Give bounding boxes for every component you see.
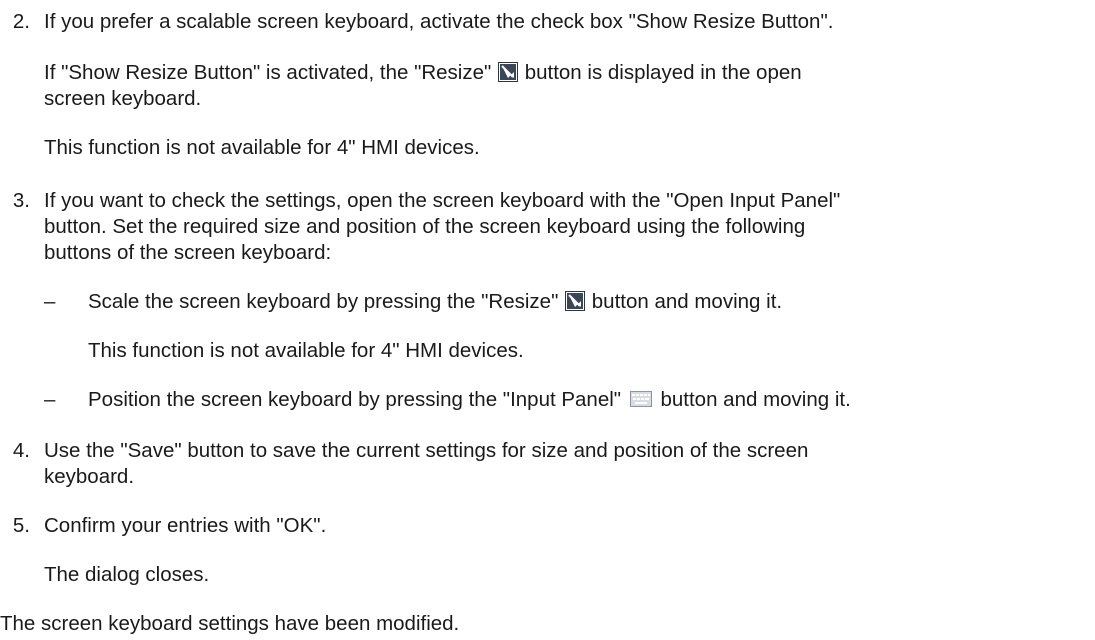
bullet-text: Scale the screen keyboard by pressing th…	[88, 290, 559, 313]
step-number: 5.	[12, 514, 30, 537]
resize-icon	[498, 62, 518, 82]
resize-icon	[565, 291, 586, 311]
step-2-text: If you prefer a scalable screen keyboard…	[44, 10, 834, 33]
step-5-result: The dialog closes.	[44, 563, 210, 586]
bullet-text: button and moving it.	[591, 290, 783, 313]
bullet-resize-note: This function is not available for 4" HM…	[88, 339, 524, 362]
bullet-content: Scale the screen keyboard by pressing th…	[88, 288, 782, 316]
conclusion-text: The screen keyboard settings have been m…	[0, 612, 460, 635]
document-page: 2. If you prefer a scalable screen keybo…	[0, 0, 1095, 640]
step-2-paragraph-line-1: If "Show Resize Button" is activated, th…	[44, 59, 802, 87]
bullet-text: Position the screen keyboard by pressing…	[88, 388, 622, 411]
step-number: 2.	[12, 10, 30, 33]
paragraph-text: If "Show Resize Button" is activated, th…	[44, 61, 492, 84]
bullet-text: button and moving it.	[660, 388, 851, 411]
step-2-paragraph-line-2: screen keyboard.	[44, 87, 202, 110]
bullet-dash: –	[44, 388, 56, 411]
step-3-text-line-3: buttons of the screen keyboard:	[44, 241, 332, 264]
step-4-text-line-1: Use the "Save" button to save the curren…	[44, 439, 809, 462]
step-3-text-line-1: If you want to check the settings, open …	[44, 189, 841, 212]
step-3-text-line-2: button. Set the required size and positi…	[44, 215, 806, 238]
paragraph-text: button is displayed in the open	[524, 61, 802, 84]
step-4-text-line-2: keyboard.	[44, 465, 135, 488]
step-2-note: This function is not available for 4" HM…	[44, 136, 480, 159]
step-number: 3.	[12, 189, 30, 212]
bullet-dash: –	[44, 290, 56, 313]
keyboard-icon	[629, 391, 652, 407]
step-number: 4.	[12, 439, 30, 462]
step-5-text: Confirm your entries with "OK".	[44, 514, 327, 537]
bullet-content: Position the screen keyboard by pressing…	[88, 386, 851, 414]
